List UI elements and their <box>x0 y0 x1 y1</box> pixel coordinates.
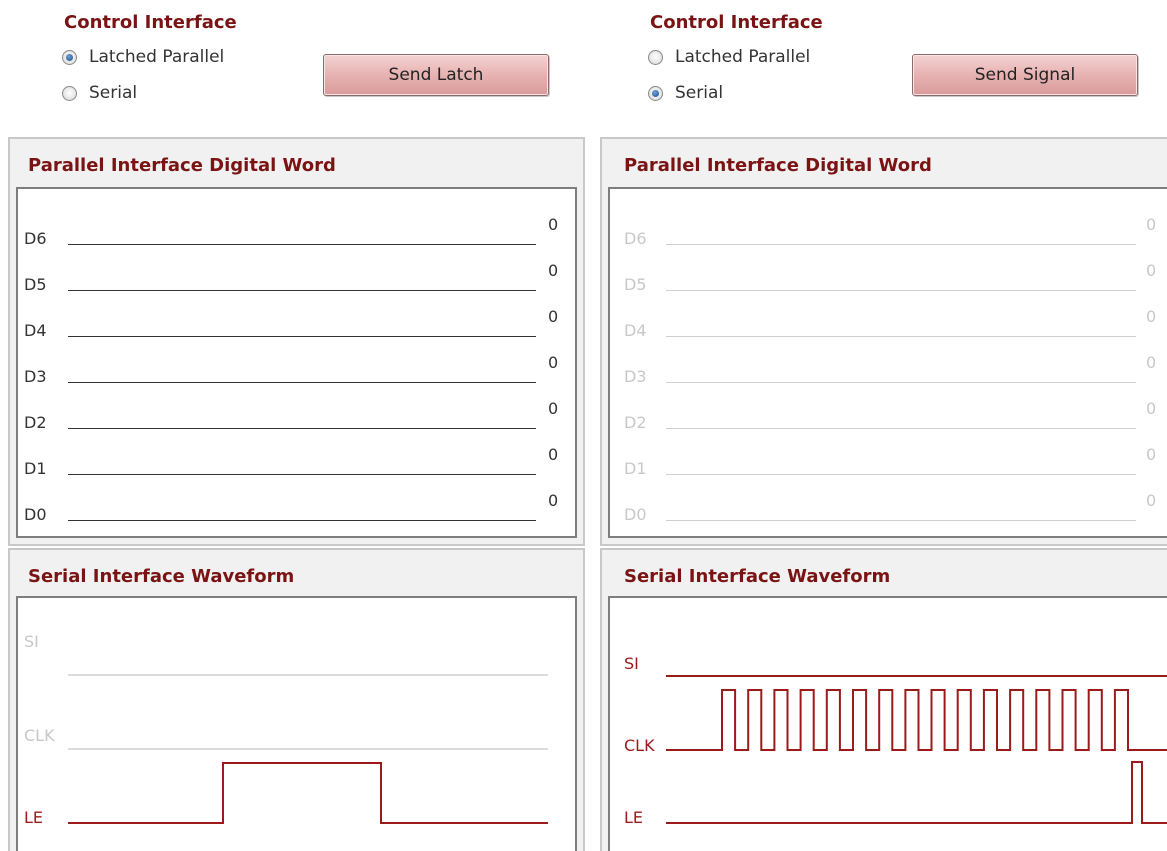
bit-label-d4: D4 <box>24 321 47 340</box>
radio-label: Serial <box>675 83 724 103</box>
bit-line <box>666 336 1136 337</box>
le-trace <box>68 762 548 824</box>
parallel-word-display: D6 0 D5 0 D4 0 D3 0 D2 0 D1 0 D0 0 <box>608 187 1167 538</box>
serial-waveform-panel: Serial Interface Waveform SI CLK LE <box>600 548 1167 851</box>
clk-trace <box>666 689 1167 751</box>
radio-label: Latched Parallel <box>675 47 811 67</box>
bit-value: 0 <box>1146 261 1157 280</box>
bit-line <box>68 474 536 475</box>
parallel-word-panel: Parallel Interface Digital Word D6 0 D5 … <box>8 137 585 546</box>
bit-value: 0 <box>548 399 559 418</box>
bit-line <box>666 474 1136 475</box>
parallel-word-panel-disabled: Parallel Interface Digital Word D6 0 D5 … <box>600 137 1167 546</box>
serial-waveform-display: SI CLK LE <box>16 596 577 851</box>
radio-serial[interactable]: Serial <box>648 83 723 103</box>
control-interface-title: Control Interface <box>64 12 237 33</box>
bit-line <box>666 382 1136 383</box>
bit-value: 0 <box>1146 445 1157 464</box>
bit-label-d0: D0 <box>24 505 47 524</box>
radio-serial[interactable]: Serial <box>62 83 137 103</box>
bit-value: 0 <box>1146 307 1157 326</box>
serial-waveform-display: SI CLK LE <box>608 596 1167 851</box>
le-trace <box>666 761 1167 824</box>
bit-line <box>666 520 1136 521</box>
bit-label-d0: D0 <box>624 505 647 524</box>
bit-label-d2: D2 <box>624 413 647 432</box>
bit-value: 0 <box>548 215 559 234</box>
bit-label-d3: D3 <box>24 367 47 386</box>
bit-label-d5: D5 <box>624 275 647 294</box>
bit-label-d3: D3 <box>624 367 647 386</box>
radio-latched-parallel[interactable]: Latched Parallel <box>648 47 810 67</box>
bit-line <box>666 290 1136 291</box>
panel-title: Parallel Interface Digital Word <box>28 155 336 176</box>
radio-unchecked-icon[interactable] <box>62 85 77 101</box>
send-signal-button[interactable]: Send Signal <box>912 54 1138 96</box>
bit-value: 0 <box>548 491 559 510</box>
bit-label-d1: D1 <box>24 459 47 478</box>
bit-value: 0 <box>1146 215 1157 234</box>
serial-waveform-panel: Serial Interface Waveform SI CLK LE <box>8 548 585 851</box>
bit-label-d6: D6 <box>24 229 47 248</box>
bit-line <box>666 428 1136 429</box>
bit-value: 0 <box>548 307 559 326</box>
bit-value: 0 <box>548 353 559 372</box>
bit-label-d4: D4 <box>624 321 647 340</box>
bit-value: 0 <box>1146 491 1157 510</box>
radio-checked-icon[interactable] <box>648 85 663 101</box>
panel-title: Serial Interface Waveform <box>624 566 891 587</box>
bit-line <box>68 520 536 521</box>
bit-line <box>68 290 536 291</box>
waveform-canvas <box>68 674 548 824</box>
bit-label-d2: D2 <box>24 413 47 432</box>
bit-value: 0 <box>1146 353 1157 372</box>
panel-title: Parallel Interface Digital Word <box>624 155 932 176</box>
bit-label-d6: D6 <box>624 229 647 248</box>
radio-checked-icon[interactable] <box>62 49 77 65</box>
bit-value: 0 <box>1146 399 1157 418</box>
parallel-word-display: D6 0 D5 0 D4 0 D3 0 D2 0 D1 0 D0 0 <box>16 187 577 538</box>
radio-unchecked-icon[interactable] <box>648 49 663 65</box>
bit-line <box>68 382 536 383</box>
bit-label-d5: D5 <box>24 275 47 294</box>
bit-line <box>68 336 536 337</box>
bit-value: 0 <box>548 261 559 280</box>
radio-latched-parallel[interactable]: Latched Parallel <box>62 47 224 67</box>
bit-line <box>666 244 1136 245</box>
bit-line <box>68 428 536 429</box>
waveform-canvas <box>666 675 1167 824</box>
bit-label-d1: D1 <box>624 459 647 478</box>
send-latch-button[interactable]: Send Latch <box>323 54 549 96</box>
radio-label: Serial <box>89 83 138 103</box>
bit-line <box>68 244 536 245</box>
control-interface-title: Control Interface <box>650 12 823 33</box>
bit-value: 0 <box>548 445 559 464</box>
panel-title: Serial Interface Waveform <box>28 566 295 587</box>
radio-label: Latched Parallel <box>89 47 225 67</box>
